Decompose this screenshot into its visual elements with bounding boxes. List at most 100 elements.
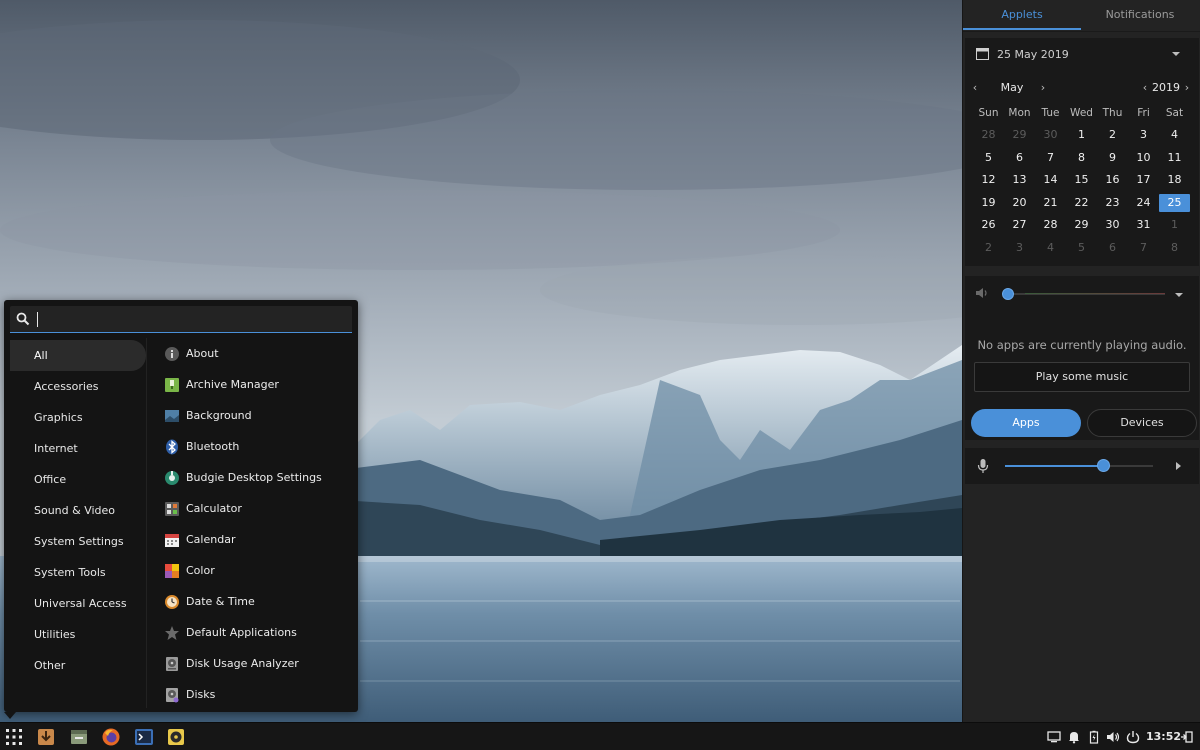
category-sound-video[interactable]: Sound & Video <box>10 495 146 526</box>
calendar-day[interactable]: 6 <box>1097 239 1128 257</box>
calendar-day[interactable]: 2 <box>1097 126 1128 144</box>
category-utilities[interactable]: Utilities <box>10 619 146 650</box>
calendar-day[interactable]: 16 <box>1097 171 1128 189</box>
category-graphics[interactable]: Graphics <box>10 402 146 433</box>
calendar-day[interactable]: 1 <box>1066 126 1097 144</box>
calendar-day[interactable]: 5 <box>1066 239 1097 257</box>
app-item-default-applications[interactable]: Default Applications <box>158 619 354 647</box>
calendar-day[interactable]: 14 <box>1035 171 1066 189</box>
app-item-bluetooth[interactable]: Bluetooth <box>158 433 354 461</box>
search-box[interactable] <box>10 306 352 333</box>
category-other[interactable]: Other <box>10 650 146 681</box>
volume-icon[interactable] <box>1106 730 1120 744</box>
category-internet[interactable]: Internet <box>10 433 146 464</box>
calendar-day[interactable]: 2 <box>973 239 1004 257</box>
next-month-icon[interactable]: › <box>1037 78 1049 98</box>
microphone-icon[interactable] <box>977 458 989 474</box>
category-office[interactable]: Office <box>10 464 146 495</box>
app-item-disks[interactable]: Disks <box>158 681 354 709</box>
calendar-day[interactable]: 22 <box>1066 194 1097 212</box>
app-item-date-time[interactable]: Date & Time <box>158 588 354 616</box>
rhythmbox-icon[interactable] <box>166 727 186 747</box>
app-item-budgie-desktop-settings[interactable]: Budgie Desktop Settings <box>158 464 354 492</box>
category-system-tools[interactable]: System Tools <box>10 557 146 588</box>
calendar-day[interactable]: 10 <box>1128 149 1159 167</box>
calendar-day[interactable]: 28 <box>1035 216 1066 234</box>
raven-toggle-icon[interactable] <box>1180 730 1194 744</box>
calendar-day[interactable]: 21 <box>1035 194 1066 212</box>
calendar-day[interactable]: 8 <box>1159 239 1190 257</box>
calendar-day-today[interactable]: 25 <box>1159 193 1190 212</box>
app-item-calculator[interactable]: Calculator <box>158 495 354 523</box>
calendar-day[interactable]: 30 <box>1097 216 1128 234</box>
speaker-muted-icon[interactable] <box>975 286 989 300</box>
app-item-about[interactable]: About <box>158 340 354 368</box>
prev-month-icon[interactable]: ‹ <box>969 78 981 98</box>
calendar-day[interactable]: 29 <box>1004 126 1035 144</box>
app-item-disk-usage-analyzer[interactable]: Disk Usage Analyzer <box>158 650 354 678</box>
calendar-day[interactable]: 3 <box>1004 239 1035 257</box>
tab-applets[interactable]: Applets <box>963 0 1081 30</box>
calendar-header[interactable]: 25 May 2019 <box>965 38 1199 72</box>
calendar-day[interactable]: 11 <box>1159 149 1190 167</box>
calendar-day[interactable]: 15 <box>1066 171 1097 189</box>
devices-toggle-button[interactable]: Devices <box>1087 409 1197 437</box>
app-item-calendar[interactable]: Calendar <box>158 526 354 554</box>
notification-bell-icon[interactable] <box>1067 730 1081 744</box>
play-music-button[interactable]: Play some music <box>974 362 1190 392</box>
apps-toggle-button[interactable]: Apps <box>971 409 1081 437</box>
calendar-day[interactable]: 23 <box>1097 194 1128 212</box>
power-icon[interactable] <box>1126 730 1140 744</box>
calendar-day[interactable]: 28 <box>973 126 1004 144</box>
chevron-right-icon[interactable] <box>1174 461 1182 471</box>
files-icon[interactable] <box>69 727 89 747</box>
weekday-label: Mon <box>1008 107 1031 119</box>
chevron-down-icon[interactable] <box>1171 50 1181 58</box>
category-accessories[interactable]: Accessories <box>10 371 146 402</box>
calendar-day[interactable]: 5 <box>973 149 1004 167</box>
calendar-day[interactable]: 18 <box>1159 171 1190 189</box>
display-icon[interactable] <box>1047 730 1061 744</box>
app-label: Default Applications <box>186 626 297 639</box>
calendar-day[interactable]: 9 <box>1097 149 1128 167</box>
tab-notifications[interactable]: Notifications <box>1081 0 1199 30</box>
calendar-day[interactable]: 4 <box>1159 126 1190 144</box>
firefox-icon[interactable] <box>101 727 121 747</box>
category-universal-access[interactable]: Universal Access <box>10 588 146 619</box>
calendar-day[interactable]: 17 <box>1128 171 1159 189</box>
calendar-day[interactable]: 4 <box>1035 239 1066 257</box>
calendar-day[interactable]: 6 <box>1004 149 1035 167</box>
calendar-day[interactable]: 27 <box>1004 216 1035 234</box>
calendar-day[interactable]: 1 <box>1159 216 1190 234</box>
calendar-day[interactable]: 20 <box>1004 194 1035 212</box>
calendar-day[interactable]: 13 <box>1004 171 1035 189</box>
search-input[interactable] <box>36 309 336 329</box>
calendar-day[interactable]: 31 <box>1128 216 1159 234</box>
calendar-day[interactable]: 12 <box>973 171 1004 189</box>
installer-icon[interactable] <box>36 727 56 747</box>
calendar-day[interactable]: 19 <box>973 194 1004 212</box>
calendar-day[interactable]: 26 <box>973 216 1004 234</box>
input-volume-slider[interactable] <box>1097 459 1110 472</box>
calendar-day[interactable]: 24 <box>1128 194 1159 212</box>
calendar-day[interactable]: 7 <box>1128 239 1159 257</box>
app-item-color[interactable]: Color <box>158 557 354 585</box>
category-system-settings[interactable]: System Settings <box>10 526 146 557</box>
next-year-icon[interactable]: › <box>1181 78 1193 98</box>
calendar-day[interactable]: 8 <box>1066 149 1097 167</box>
calendar-day[interactable]: 29 <box>1066 216 1097 234</box>
output-volume-slider[interactable] <box>1002 288 1014 300</box>
weekday-label: Tue <box>1041 107 1060 119</box>
app-menu-icon[interactable] <box>4 727 24 747</box>
calendar-day[interactable]: 7 <box>1035 149 1066 167</box>
terminal-icon[interactable] <box>134 727 154 747</box>
calendar-day[interactable]: 3 <box>1128 126 1159 144</box>
calendar-day[interactable]: 30 <box>1035 126 1066 144</box>
category-all[interactable]: All <box>10 340 146 371</box>
battery-icon[interactable] <box>1087 730 1101 744</box>
weekday-label: Fri <box>1137 107 1150 119</box>
chevron-down-icon[interactable] <box>1174 291 1184 299</box>
app-item-background[interactable]: Background <box>158 402 354 430</box>
app-item-archive-manager[interactable]: Archive Manager <box>158 371 354 399</box>
panel-clock[interactable]: 13:52 <box>1146 723 1181 750</box>
